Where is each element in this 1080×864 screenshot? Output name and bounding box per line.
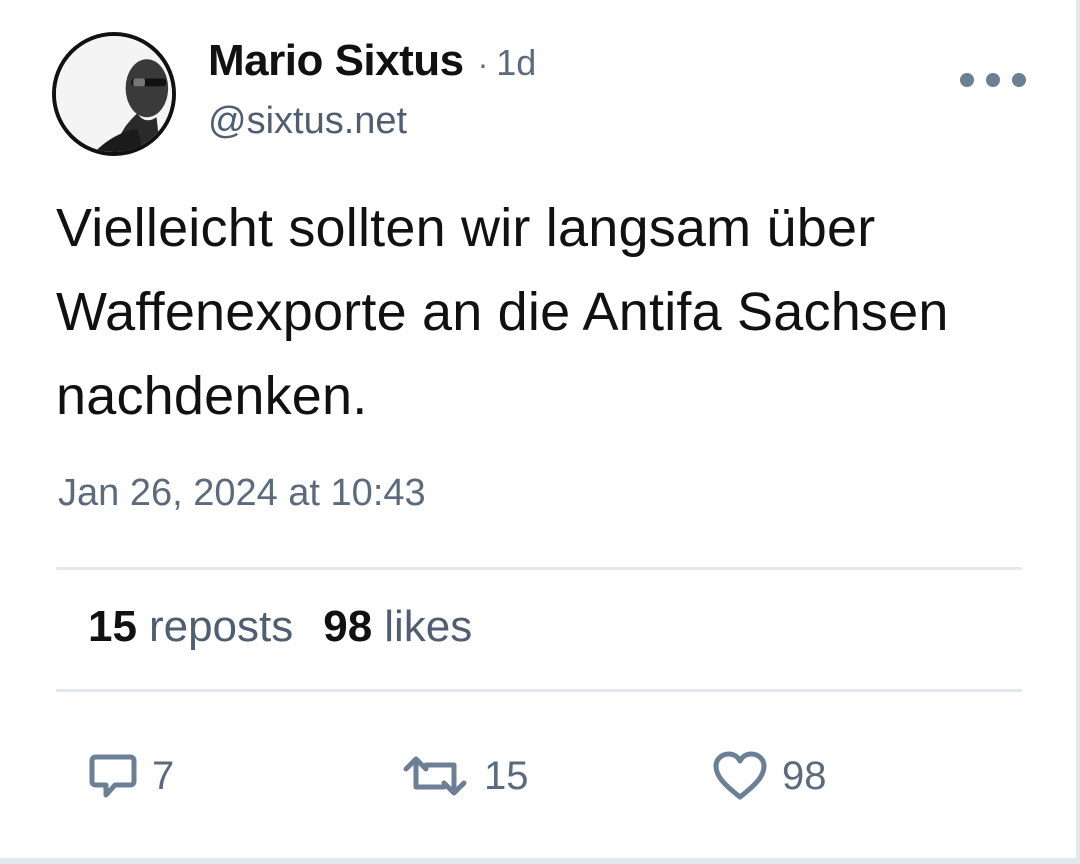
- post-timestamp: Jan 26, 2024 at 10:43: [58, 472, 426, 514]
- likes-count[interactable]: 98: [323, 602, 372, 652]
- more-horizontal-icon: [960, 73, 974, 87]
- author-handle[interactable]: @sixtus.net: [208, 100, 407, 143]
- repost-count: 15: [484, 753, 529, 798]
- author-row: Mario Sixtus · 1d: [208, 36, 536, 90]
- more-horizontal-icon: [1012, 73, 1026, 87]
- heart-icon: [713, 751, 767, 800]
- avatar[interactable]: [52, 32, 176, 156]
- likes-label[interactable]: likes: [384, 602, 472, 652]
- post-card: Mario Sixtus · 1d @sixtus.net Vielleicht…: [0, 0, 1080, 864]
- avatar-portrait: [56, 36, 172, 152]
- divider: [56, 567, 1022, 570]
- divider: [56, 689, 1022, 692]
- engagement-stats: 15 reposts 98 likes: [88, 602, 472, 652]
- separator-dot: ·: [477, 46, 489, 82]
- reply-count: 7: [152, 753, 175, 798]
- repost-icon: [403, 756, 467, 796]
- comment-icon: [89, 754, 137, 798]
- reposts-count[interactable]: 15: [88, 602, 137, 652]
- more-horizontal-icon: [986, 73, 1000, 87]
- like-count: 98: [782, 753, 827, 798]
- time-ago[interactable]: 1d: [496, 42, 536, 84]
- more-options-button[interactable]: [960, 64, 1026, 96]
- post-text: Vielleicht sollten wir langsam über Waff…: [56, 198, 949, 426]
- display-name[interactable]: Mario Sixtus: [208, 36, 464, 86]
- reply-button[interactable]: 7: [88, 748, 174, 804]
- like-button[interactable]: 98: [712, 748, 827, 804]
- reposts-label[interactable]: reposts: [149, 602, 293, 652]
- repost-button[interactable]: 15: [400, 748, 529, 804]
